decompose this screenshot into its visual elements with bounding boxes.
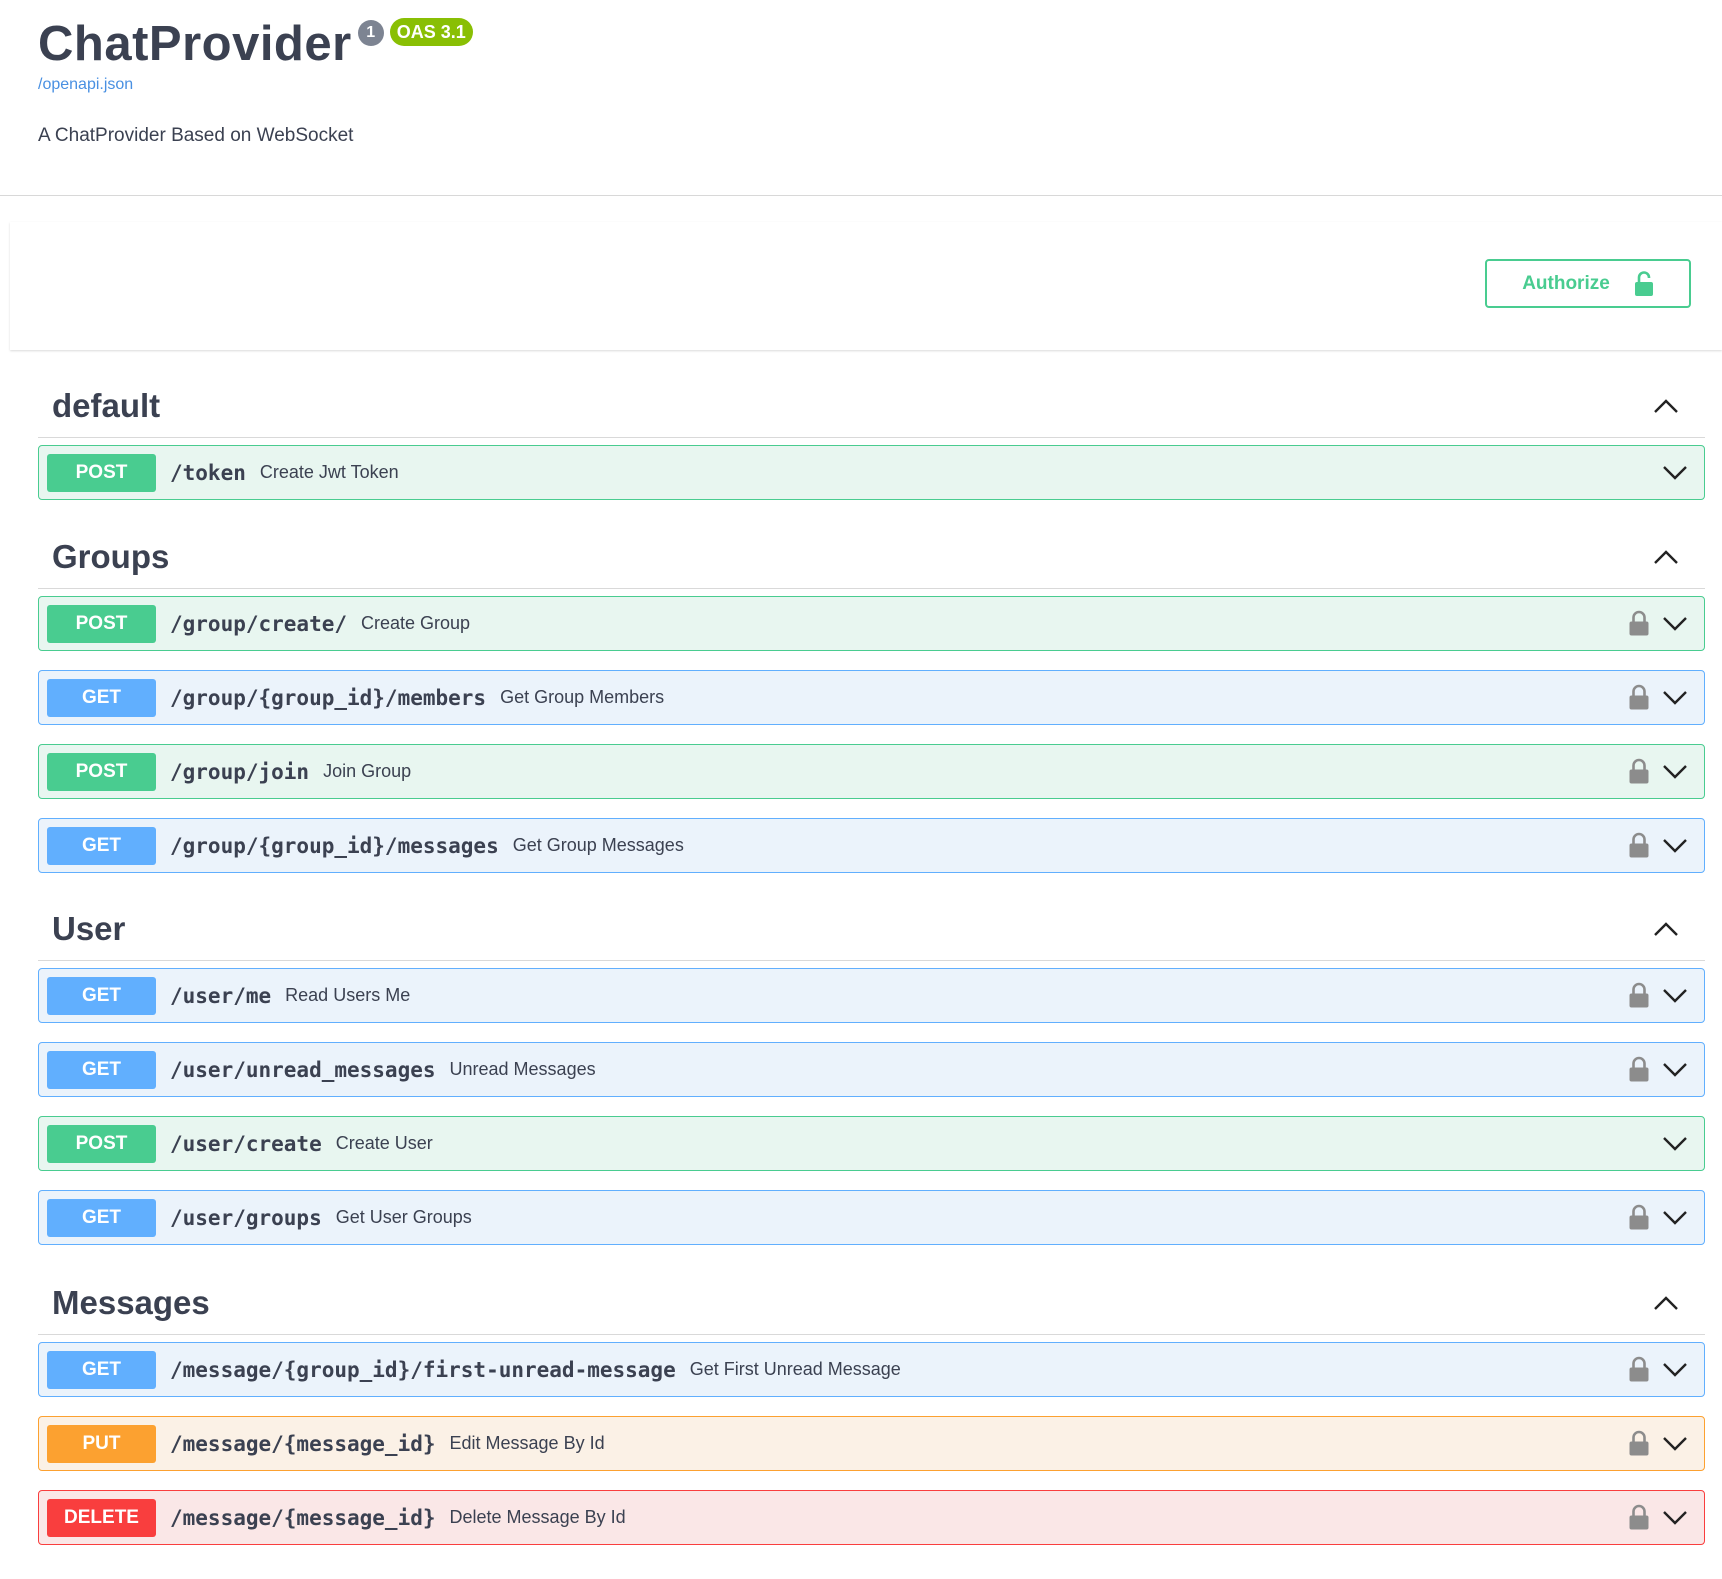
operation-post[interactable]: POST/group/create/Create Group <box>38 596 1705 651</box>
chevron-down-icon[interactable] <box>1662 464 1688 480</box>
chevron-up-icon[interactable] <box>1653 397 1679 415</box>
operation-post[interactable]: POST/group/join Join Group <box>38 744 1705 799</box>
chevron-down-icon[interactable] <box>1662 837 1688 853</box>
api-title: ChatProvider <box>38 17 352 71</box>
lock-icon[interactable] <box>1628 1504 1650 1531</box>
operation-delete[interactable]: DELETE/message/{message_id} Delete Messag… <box>38 1490 1705 1545</box>
chevron-down-icon[interactable] <box>1662 1135 1688 1151</box>
operation-summary: Create Group <box>361 613 471 633</box>
tag-title: default <box>52 387 161 424</box>
operation-get[interactable]: GET/user/unread_messages Unread Messages <box>38 1042 1705 1097</box>
method-badge: GET <box>47 678 156 717</box>
operation-post[interactable]: POST/token Create Jwt Token <box>38 445 1705 500</box>
operation-path: /message/{message_id} <box>170 1505 436 1530</box>
method-badge: GET <box>47 826 156 865</box>
oas-badge: OAS 3.1 <box>389 18 473 46</box>
operation-summary: Get User Groups <box>335 1207 472 1227</box>
lock-icon[interactable] <box>1628 758 1650 785</box>
chevron-up-icon[interactable] <box>1653 1294 1679 1312</box>
operation-summary: Get Group Messages <box>512 835 684 855</box>
operation-path: /group/join <box>170 759 310 784</box>
title-row: ChatProvider 1 OAS 3.1 <box>38 14 1722 74</box>
operation-get[interactable]: GET/user/me Read Users Me <box>38 968 1705 1023</box>
lock-icon[interactable] <box>1628 832 1650 859</box>
chevron-down-icon[interactable] <box>1662 1209 1688 1225</box>
chevron-down-icon[interactable] <box>1662 987 1688 1003</box>
operation-post[interactable]: POST/user/create Create User <box>38 1116 1705 1171</box>
scheme-container: Authorize <box>10 222 1722 350</box>
tag-title: User <box>52 910 126 947</box>
tag-title: Groups <box>52 538 170 575</box>
chevron-down-icon[interactable] <box>1662 1509 1688 1525</box>
header-divider <box>0 195 1722 196</box>
method-badge: POST <box>47 453 156 492</box>
chevron-down-icon[interactable] <box>1662 1435 1688 1451</box>
chevron-up-icon[interactable] <box>1653 548 1679 566</box>
tag-header[interactable]: User <box>38 898 1705 961</box>
operation-path: /group/{group_id}/members <box>170 685 487 710</box>
method-badge: POST <box>47 1124 156 1163</box>
chevron-down-icon[interactable] <box>1662 1061 1688 1077</box>
lock-icon[interactable] <box>1628 610 1650 637</box>
tag-section-user: User GET/user/me Read Users Me GET/user/unr… <box>38 898 1705 1245</box>
chevron-up-icon[interactable] <box>1653 920 1679 938</box>
operation-path: /user/groups <box>170 1205 322 1230</box>
openapi-spec-link[interactable]: /openapi.json <box>38 76 1722 94</box>
chevron-down-icon[interactable] <box>1662 615 1688 631</box>
operation-summary: Unread Messages <box>449 1059 596 1079</box>
api-description: A ChatProvider Based on WebSocket <box>38 125 354 146</box>
tag-title: Messages <box>52 1284 210 1321</box>
operation-get[interactable]: GET/group/{group_id}/members Get Group Me… <box>38 670 1705 725</box>
method-badge: POST <box>47 752 156 791</box>
lock-icon[interactable] <box>1628 1056 1650 1083</box>
tag-header[interactable]: Messages <box>38 1272 1705 1335</box>
lock-icon[interactable] <box>1628 684 1650 711</box>
authorize-label: Authorize <box>1522 272 1610 294</box>
tag-section-messages: Messages GET/message/{group_id}/first-unr… <box>38 1272 1705 1545</box>
api-info: ChatProvider 1 OAS 3.1 /openapi.json A C… <box>38 14 1722 147</box>
operation-summary: Read Users Me <box>285 985 411 1005</box>
method-badge: POST <box>47 604 156 643</box>
chevron-down-icon[interactable] <box>1662 1361 1688 1377</box>
method-badge: GET <box>47 1050 156 1089</box>
tag-section-default: default POST/token Create Jwt Token <box>38 375 1705 500</box>
operation-path: /group/create/ <box>170 611 348 636</box>
method-badge: GET <box>47 976 156 1015</box>
operation-path: /message/{group_id}/first-unread-message <box>170 1357 676 1382</box>
lock-icon[interactable] <box>1628 1204 1650 1231</box>
version-badge: 1 <box>357 20 384 46</box>
operation-get[interactable]: GET/user/groups Get User Groups <box>38 1190 1705 1245</box>
operation-get[interactable]: GET/group/{group_id}/messages Get Group M… <box>38 818 1705 873</box>
operation-path: /token <box>170 460 246 485</box>
lock-icon[interactable] <box>1628 1356 1650 1383</box>
method-badge: GET <box>47 1350 156 1389</box>
authorize-button[interactable]: Authorize <box>1485 259 1691 308</box>
operation-summary: Get First Unread Message <box>689 1359 901 1379</box>
operation-put[interactable]: PUT/message/{message_id} Edit Message By … <box>38 1416 1705 1471</box>
method-badge: PUT <box>47 1424 156 1463</box>
chevron-down-icon[interactable] <box>1662 689 1688 705</box>
operation-path: /user/unread_messages <box>170 1057 436 1082</box>
method-badge: DELETE <box>47 1498 156 1537</box>
operation-summary: Get Group Members <box>500 687 665 707</box>
operation-path: /group/{group_id}/messages <box>170 833 499 858</box>
operation-summary: Join Group <box>323 761 412 781</box>
operation-get[interactable]: GET/message/{group_id}/first-unread-mess… <box>38 1342 1705 1397</box>
operation-summary: Edit Message By Id <box>449 1433 605 1453</box>
operation-summary: Create User <box>335 1133 433 1153</box>
operation-path: /user/me <box>170 983 272 1008</box>
chevron-down-icon[interactable] <box>1662 763 1688 779</box>
unlocked-icon <box>1634 270 1653 296</box>
lock-icon[interactable] <box>1628 982 1650 1009</box>
tag-section-groups: Groups POST/group/create/Create Group GET /… <box>38 526 1705 873</box>
tag-header[interactable]: default <box>38 375 1705 438</box>
tag-header[interactable]: Groups <box>38 526 1705 589</box>
operation-path: /user/create <box>170 1131 322 1156</box>
operation-path: /message/{message_id} <box>170 1431 436 1456</box>
method-badge: GET <box>47 1198 156 1237</box>
lock-icon[interactable] <box>1628 1430 1650 1457</box>
operation-summary: Delete Message By Id <box>449 1507 626 1527</box>
operation-summary: Create Jwt Token <box>259 462 399 482</box>
